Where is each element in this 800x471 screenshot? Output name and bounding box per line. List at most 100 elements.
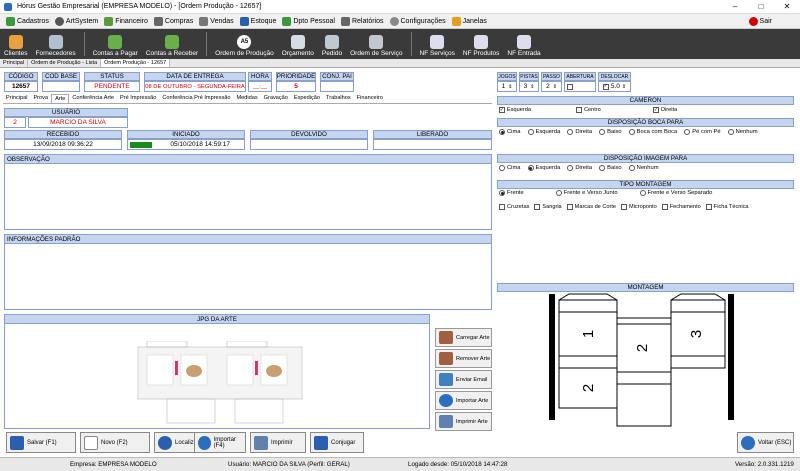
- toolbar-nf-produtos[interactable]: NF Produtos: [459, 29, 504, 59]
- menu-financeiro[interactable]: Financeiro: [104, 16, 148, 26]
- subtab-conferencia-arte[interactable]: Conferência Arte: [69, 94, 117, 103]
- menu-sair[interactable]: Sair: [748, 16, 772, 26]
- subtab-expedicao[interactable]: Expedição: [291, 94, 323, 103]
- deslocar-checkbox[interactable]: ✓: [602, 83, 609, 90]
- menu-vendas[interactable]: Vendas: [199, 16, 234, 26]
- subtab-principal[interactable]: Principal: [3, 94, 30, 103]
- boca-cima[interactable]: Cima: [499, 129, 521, 135]
- cameron-centro[interactable]: Centro: [576, 107, 648, 113]
- toolbar-ordem-servico[interactable]: Ordem de Serviço: [346, 29, 406, 59]
- menu-relatorios[interactable]: Relatórios: [340, 16, 384, 26]
- imprimir-button[interactable]: Imprimir: [250, 432, 306, 453]
- subtab-arte[interactable]: Arte: [51, 94, 70, 103]
- extra-microponto[interactable]: Microponto: [621, 204, 657, 210]
- boca-direita[interactable]: Direita: [567, 129, 592, 135]
- hora-field[interactable]: __:__: [248, 81, 272, 92]
- tab-principal[interactable]: Principal: [0, 59, 29, 67]
- menu-estoque[interactable]: Estoque: [239, 16, 276, 26]
- spinner-icon[interactable]: ⇕: [530, 84, 534, 90]
- importar-button[interactable]: Importar (F4): [194, 432, 246, 453]
- voltar-button[interactable]: Voltar (ESC): [737, 432, 794, 453]
- extra-sangria[interactable]: Sangria: [534, 204, 562, 210]
- subtab-trabalhos[interactable]: Trabalhos: [323, 94, 354, 103]
- menu-compras[interactable]: Compras: [153, 16, 193, 26]
- remover-arte-button[interactable]: Remover Arte: [435, 349, 492, 368]
- extra-fechamento[interactable]: Fechamento: [661, 204, 701, 210]
- tipo-frente-verso-separado[interactable]: Frente e Verso Separado: [639, 190, 712, 196]
- subtab-prova[interactable]: Prova: [30, 94, 51, 103]
- carregar-arte-button[interactable]: Carregar Arte: [435, 328, 492, 347]
- pistas-field[interactable]: 3 ⇕: [519, 81, 539, 92]
- cod-base-field[interactable]: [42, 81, 80, 92]
- imprimir-arte-button[interactable]: Imprimir Arte: [435, 412, 492, 431]
- boca-boca-com-boca[interactable]: Boca com Boca: [628, 129, 677, 135]
- imagem-nenhum[interactable]: Nenhum: [628, 165, 659, 171]
- data-entrega-field[interactable]: 08 DE OUTUBRO - SEGUNDA-FEIRA: [144, 81, 246, 92]
- toolbar-nf-servicos[interactable]: NF Serviços: [416, 29, 459, 59]
- importar-arte-button[interactable]: Importar Arte: [435, 391, 492, 410]
- extra-cruzetas[interactable]: Cruzetas: [499, 204, 529, 210]
- boca-esquerda[interactable]: Esquerda: [527, 129, 560, 135]
- observacao-panel[interactable]: OBSERVAÇÃO: [4, 154, 492, 230]
- codigo-field[interactable]: 12657: [4, 81, 38, 92]
- tab-ordem-lista[interactable]: Ordem de Produção - Lista: [28, 59, 102, 67]
- toolbar-ordem-producao[interactable]: A5 Ordem de Produção: [211, 29, 278, 59]
- abertura-field[interactable]: [564, 81, 596, 92]
- jogos-field[interactable]: 1 ⇕: [497, 81, 517, 92]
- toolbar-contas-receber[interactable]: Contas a Receber: [142, 29, 202, 59]
- menu-janelas[interactable]: Janelas: [451, 16, 487, 26]
- usuario-name: MARCIO DA SILVA: [28, 117, 128, 128]
- toolbar-orcamento[interactable]: Orçamento: [278, 29, 318, 59]
- toolbar-nf-entrada[interactable]: NF Entrada: [503, 29, 544, 59]
- close-button[interactable]: ✕: [774, 0, 800, 13]
- maximize-button[interactable]: □: [748, 0, 774, 13]
- extra-marcas-corte[interactable]: Marcas de Corte: [566, 204, 616, 210]
- imagem-baixo[interactable]: Baixo: [599, 165, 622, 171]
- spinner-icon[interactable]: ⇕: [508, 84, 512, 90]
- minimize-button[interactable]: –: [722, 0, 748, 13]
- boca-baixo[interactable]: Baixo: [599, 129, 622, 135]
- subtab-pre-impressao[interactable]: Pré Impressão: [117, 94, 159, 103]
- money-icon: [104, 16, 114, 26]
- imagem-cima[interactable]: Cima: [499, 165, 521, 171]
- spinner-icon[interactable]: ⇕: [622, 84, 626, 90]
- toolbar-fornecedores[interactable]: Fornecedores: [31, 29, 79, 59]
- conj-pai-field[interactable]: [320, 81, 354, 92]
- informacoes-panel[interactable]: INFORMAÇÕES PADRÃO: [4, 234, 492, 310]
- subtab-medidas[interactable]: Medidas: [233, 94, 260, 103]
- menu-cadastros[interactable]: Cadastros: [6, 16, 49, 26]
- novo-button[interactable]: Novo (F2): [80, 432, 150, 453]
- boca-pe-com-pe[interactable]: Pé com Pé: [684, 129, 721, 135]
- jpg-arte-panel: JPG DA ARTE: [4, 314, 430, 429]
- menu-configuracoes[interactable]: Configurações: [389, 16, 446, 26]
- boca-nenhum[interactable]: Nenhum: [727, 129, 758, 135]
- subtab-financeiro[interactable]: Financeiro: [354, 94, 386, 103]
- extra-ficha-tecnica[interactable]: Ficha Técnica: [705, 204, 749, 210]
- menu-artsystem[interactable]: ArtSystem: [54, 16, 98, 26]
- prioridade-field[interactable]: 5: [276, 81, 316, 92]
- conjugar-button[interactable]: Conjugar: [310, 432, 364, 453]
- usuario-code[interactable]: 2: [4, 117, 26, 128]
- toolbar-pedido[interactable]: Pedido: [318, 29, 346, 59]
- tipo-frente[interactable]: Frente: [499, 190, 524, 196]
- cameron-esquerda[interactable]: ✓ Esquerda: [499, 107, 571, 113]
- abertura-checkbox[interactable]: [567, 83, 573, 90]
- imagem-esquerda[interactable]: Esquerda: [527, 165, 560, 171]
- imagem-direita[interactable]: Direita: [567, 165, 592, 171]
- passo-field[interactable]: 2 ⇕: [541, 81, 562, 92]
- tipo-frente-verso-junto[interactable]: Frente e Verso Junto: [555, 190, 618, 196]
- salvar-button[interactable]: Salvar (F1): [6, 432, 76, 453]
- spinner-icon[interactable]: ⇕: [553, 84, 557, 90]
- subtab-gravacao[interactable]: Gravação: [261, 94, 291, 103]
- toolbar-clientes[interactable]: Clientes: [0, 29, 31, 59]
- tab-ordem-12657[interactable]: Ordem Produção - 12657: [101, 59, 171, 67]
- deslocar-field[interactable]: ✓ 5.0 ⇕: [598, 81, 631, 92]
- menu-dpto-pessoal[interactable]: Dpto Pessoal: [282, 16, 335, 26]
- toolbar-contas-pagar[interactable]: Contas a Pagar: [89, 29, 142, 59]
- passo-label: PASSO: [541, 72, 562, 81]
- enviar-email-button[interactable]: Enviar Email: [435, 370, 492, 389]
- invoice-icon: [430, 35, 445, 49]
- subtab-conf-pre-impressao[interactable]: Conferência Pré Impressão: [159, 94, 233, 103]
- devolvido-label: DEVOLVIDO: [250, 130, 368, 139]
- cameron-direita[interactable]: ✓ Direita: [653, 107, 677, 113]
